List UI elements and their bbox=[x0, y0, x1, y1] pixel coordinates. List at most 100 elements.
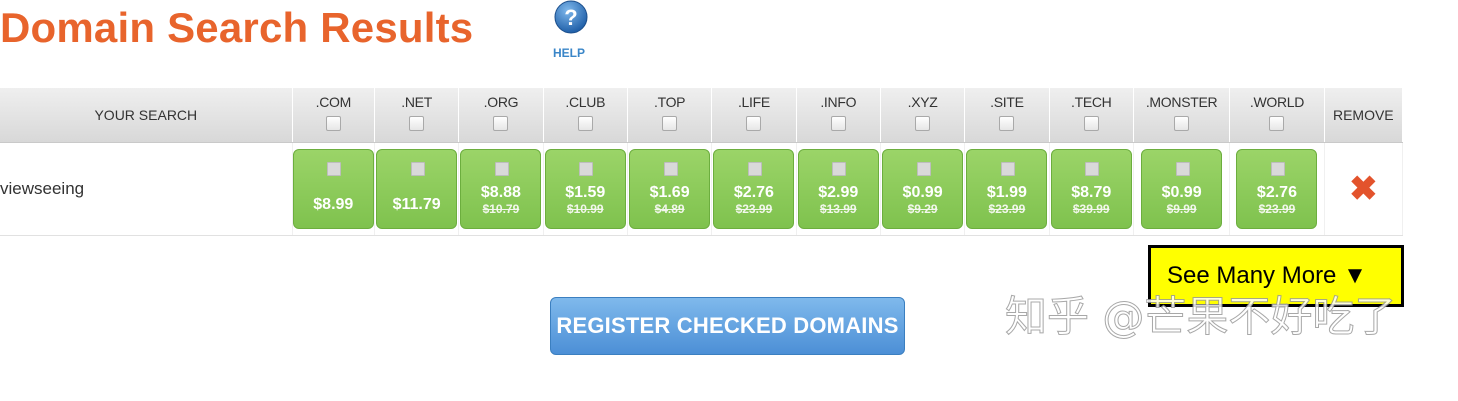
price-cell: $8.79 $39.99 bbox=[1049, 142, 1134, 236]
original-price: $4.89 bbox=[654, 202, 685, 216]
price-cell: $0.99 $9.29 bbox=[880, 142, 966, 236]
select-all-checkbox[interactable] bbox=[1269, 116, 1285, 131]
select-all-checkbox[interactable] bbox=[1083, 116, 1099, 131]
domain-checkbox[interactable] bbox=[1270, 162, 1285, 176]
tld-label: .LIFE bbox=[737, 94, 770, 110]
domain-checkbox[interactable] bbox=[832, 162, 847, 176]
tld-header: .COM bbox=[292, 88, 375, 143]
help-label: HELP bbox=[553, 46, 586, 60]
price-cell: $2.99 $13.99 bbox=[796, 142, 881, 236]
tld-header: .NET bbox=[374, 88, 460, 143]
original-price: $23.99 bbox=[1258, 202, 1296, 216]
domain-checkbox[interactable] bbox=[663, 162, 678, 176]
original-price: $9.29 bbox=[907, 202, 938, 216]
price-button[interactable]: $8.88 $10.79 bbox=[460, 149, 542, 229]
price-button[interactable]: $1.59 $10.99 bbox=[544, 149, 626, 229]
register-checked-domains-button[interactable]: REGISTER CHECKED DOMAINS bbox=[550, 297, 905, 355]
page-title: Domain Search Results bbox=[0, 4, 474, 51]
tld-header: .INFO bbox=[796, 88, 881, 143]
help-link[interactable]: ? HELP bbox=[548, 0, 600, 64]
price-label: $2.76 bbox=[1256, 184, 1297, 201]
price-cell: $1.69 $4.89 bbox=[627, 142, 713, 236]
tld-label: .INFO bbox=[820, 94, 857, 110]
original-price: $9.99 bbox=[1166, 202, 1197, 216]
price-button[interactable]: $11.79 bbox=[376, 149, 458, 229]
price-label: $8.99 bbox=[313, 196, 354, 213]
price-button[interactable]: $0.99 $9.99 bbox=[1141, 149, 1223, 229]
original-price: $23.99 bbox=[735, 202, 773, 216]
your-search-header: YOUR SEARCH bbox=[0, 88, 293, 143]
price-label: $8.88 bbox=[480, 184, 521, 201]
price-label: $2.99 bbox=[818, 184, 859, 201]
select-all-checkbox[interactable] bbox=[409, 116, 425, 131]
domain-checkbox[interactable] bbox=[747, 162, 762, 176]
price-button[interactable]: $2.76 $23.99 bbox=[1236, 149, 1318, 229]
select-all-checkbox[interactable] bbox=[830, 116, 846, 131]
remove-cell: ✖ bbox=[1324, 142, 1404, 236]
tld-header: .WORLD bbox=[1229, 88, 1325, 143]
price-button[interactable]: $8.99 bbox=[292, 149, 374, 229]
help-question-icon: ? bbox=[554, 0, 588, 34]
tld-label: .ORG bbox=[483, 94, 519, 110]
table-header-row: YOUR SEARCH .COM .NET .ORG .CLUB .TOP .L… bbox=[0, 88, 1404, 143]
original-price: $10.99 bbox=[566, 202, 604, 216]
tld-label: .WORLD bbox=[1249, 94, 1305, 110]
tld-label: .COM bbox=[315, 94, 352, 110]
search-term: viewseeing bbox=[0, 142, 293, 236]
domain-checkbox[interactable] bbox=[1085, 162, 1100, 176]
domain-checkbox[interactable] bbox=[579, 162, 594, 176]
tld-label: .NET bbox=[401, 94, 432, 110]
price-button[interactable]: $8.79 $39.99 bbox=[1050, 149, 1132, 229]
remove-x-icon[interactable]: ✖ bbox=[1349, 172, 1378, 206]
price-button[interactable]: $0.99 $9.29 bbox=[882, 149, 964, 229]
price-button[interactable]: $2.99 $13.99 bbox=[797, 149, 879, 229]
select-all-checkbox[interactable] bbox=[325, 116, 341, 131]
price-cell: $0.99 $9.99 bbox=[1133, 142, 1231, 236]
price-label: $0.99 bbox=[902, 184, 943, 201]
tld-header: .CLUB bbox=[543, 88, 628, 143]
tld-header: .XYZ bbox=[880, 88, 966, 143]
select-all-checkbox[interactable] bbox=[999, 116, 1015, 131]
table-row: viewseeing $8.99 $11.79 $8.88 $10.79 $1.5… bbox=[0, 142, 1404, 236]
select-all-checkbox[interactable] bbox=[915, 116, 931, 131]
select-all-checkbox[interactable] bbox=[577, 116, 593, 131]
tld-header: .LIFE bbox=[711, 88, 797, 143]
original-price: $23.99 bbox=[988, 202, 1026, 216]
price-button[interactable]: $1.69 $4.89 bbox=[629, 149, 711, 229]
original-price: $10.79 bbox=[482, 202, 520, 216]
select-all-checkbox[interactable] bbox=[662, 116, 678, 131]
original-price: $13.99 bbox=[819, 202, 857, 216]
remove-header: REMOVE bbox=[1324, 88, 1404, 143]
price-button[interactable]: $2.76 $23.99 bbox=[713, 149, 795, 229]
domain-checkbox[interactable] bbox=[916, 162, 931, 176]
tld-label: .TECH bbox=[1070, 94, 1112, 110]
domain-checkbox[interactable] bbox=[410, 162, 425, 176]
price-cell: $1.99 $23.99 bbox=[964, 142, 1050, 236]
price-label: $11.79 bbox=[392, 196, 441, 213]
domain-checkbox[interactable] bbox=[1175, 162, 1190, 176]
price-cell: $1.59 $10.99 bbox=[543, 142, 628, 236]
price-button[interactable]: $1.99 $23.99 bbox=[966, 149, 1048, 229]
tld-label: .XYZ bbox=[907, 94, 938, 110]
price-label: $0.99 bbox=[1161, 184, 1202, 201]
svg-text:?: ? bbox=[564, 5, 577, 30]
price-cell: $2.76 $23.99 bbox=[1229, 142, 1325, 236]
tld-label: .MONSTER bbox=[1145, 94, 1218, 110]
tld-header: .SITE bbox=[964, 88, 1050, 143]
select-all-checkbox[interactable] bbox=[493, 116, 509, 131]
price-cell: $2.76 $23.99 bbox=[711, 142, 797, 236]
watermark-text: 知乎 @芒果不好吃了 bbox=[1004, 292, 1397, 342]
tld-header: .ORG bbox=[458, 88, 544, 143]
domain-checkbox[interactable] bbox=[494, 162, 509, 176]
price-cell: $11.79 bbox=[374, 142, 460, 236]
price-cell: $8.88 $10.79 bbox=[458, 142, 544, 236]
select-all-checkbox[interactable] bbox=[746, 116, 762, 131]
domain-results-table: YOUR SEARCH .COM .NET .ORG .CLUB .TOP .L… bbox=[0, 88, 1404, 236]
price-label: $8.79 bbox=[1071, 184, 1112, 201]
select-all-checkbox[interactable] bbox=[1174, 116, 1190, 131]
domain-checkbox[interactable] bbox=[1000, 162, 1015, 176]
domain-checkbox[interactable] bbox=[327, 162, 342, 176]
price-label: $1.99 bbox=[986, 184, 1027, 201]
price-cell: $8.99 bbox=[292, 142, 375, 236]
tld-header: .TECH bbox=[1049, 88, 1134, 143]
